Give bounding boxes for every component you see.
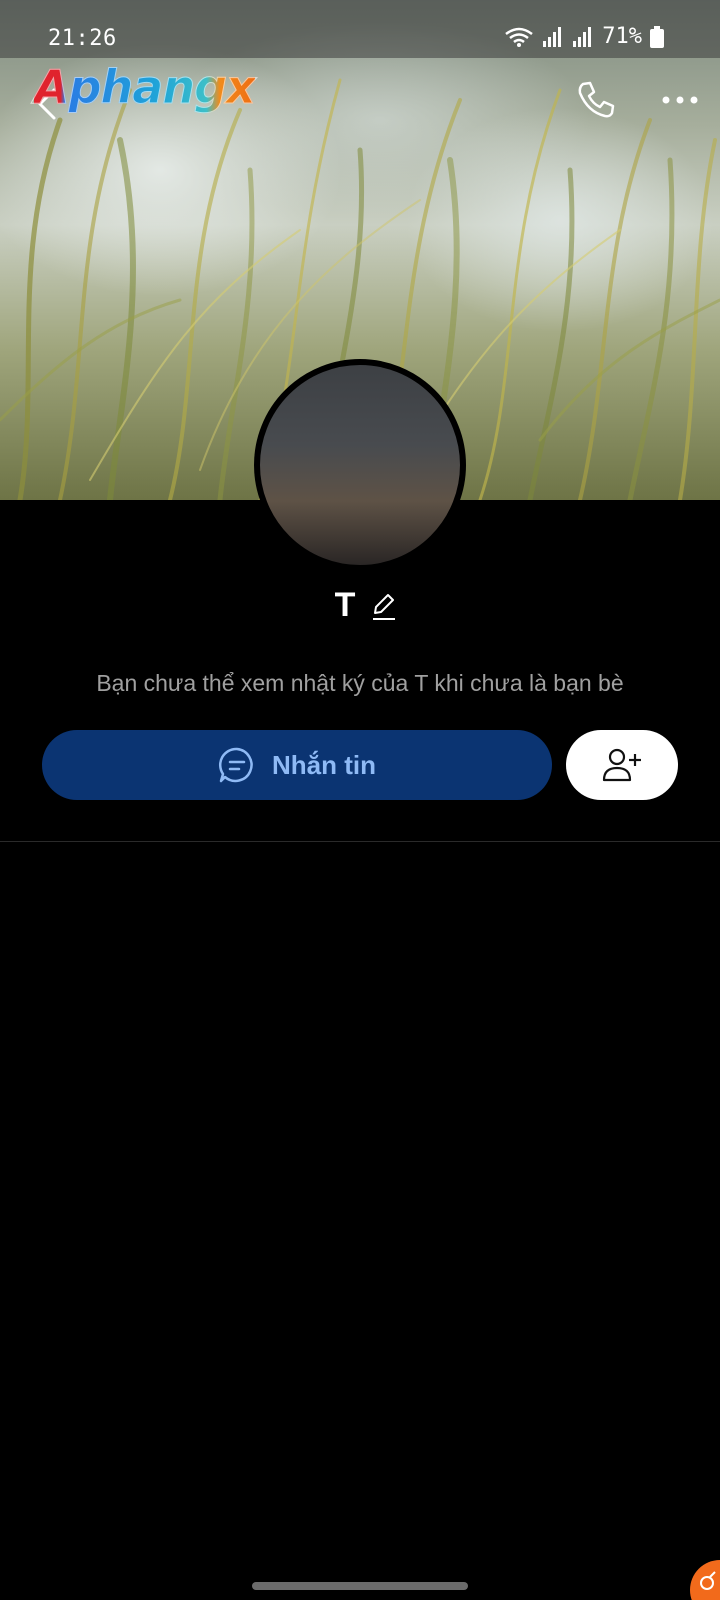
signal-icon (543, 26, 562, 47)
more-dots-icon[interactable] (660, 88, 700, 112)
message-button[interactable]: Nhắn tin (42, 730, 552, 800)
section-divider (0, 841, 720, 842)
watermark-logo: Aphangx (34, 60, 257, 115)
add-friend-button[interactable] (566, 730, 678, 800)
status-time: 21:26 (48, 26, 117, 51)
status-bar: 21:26 71% (0, 0, 720, 58)
floating-bubble[interactable] (690, 1560, 720, 1600)
home-indicator[interactable] (252, 1582, 468, 1590)
link-icon (700, 1571, 716, 1590)
add-friend-icon (602, 748, 641, 782)
chat-bubble-icon (218, 747, 253, 783)
wifi-icon (505, 27, 534, 47)
name-row: T (0, 586, 720, 625)
message-button-label: Nhắn tin (272, 749, 376, 780)
signal-icon (573, 26, 592, 47)
phone-icon[interactable] (574, 78, 618, 122)
battery-icon (650, 25, 664, 48)
top-nav: Aphangx (0, 58, 720, 138)
profile-name: T (334, 586, 356, 624)
battery-percent: 71% (602, 24, 642, 49)
status-icons: 71% (504, 24, 664, 49)
privacy-notice: Bạn chưa thể xem nhật ký của T khi chưa … (96, 670, 624, 696)
edit-pencil-icon[interactable] (369, 591, 397, 621)
avatar[interactable] (254, 359, 466, 571)
